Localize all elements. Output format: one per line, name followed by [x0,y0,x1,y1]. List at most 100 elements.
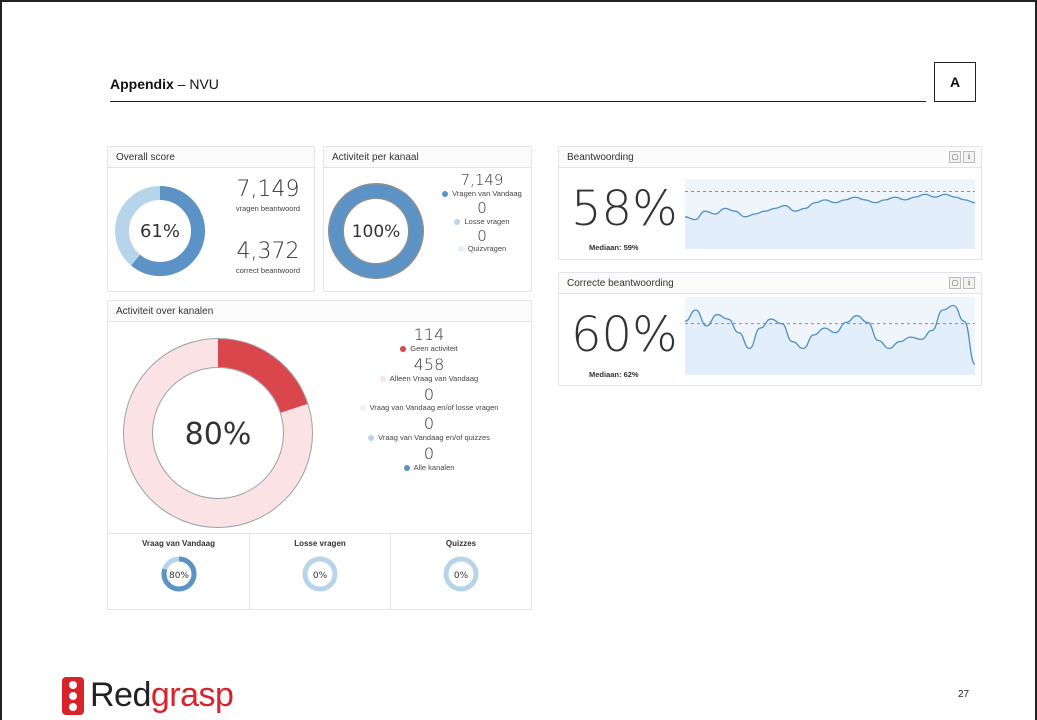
overall-score-percent: 61% [140,221,180,242]
calendar-icon[interactable]: ▢ [949,277,961,289]
channel-legend: 7,149 Vragen van Vandaag 0 Losse vragen 0 Qui… [432,171,532,256]
legend-dot [454,218,461,225]
legend-label: Alleen Vraag van Vandaag [334,374,524,383]
legend-label: Quizvragen [432,244,532,253]
aoc-legend: 114 Geen activiteit 458 Alleen Vraag van Va… [334,325,524,476]
sub-donut-percent: 0% [454,571,469,581]
slide-header: Appendix – NVU [110,72,926,102]
legend-label-text: Losse vragen [464,216,510,226]
sub-channel-cell: Losse vragen 0% [250,534,391,610]
correcte-beantwoording-panel: Correcte beantwoording ▢ i 60% Mediaan: … [558,272,982,386]
legend-value: 0 [477,226,487,245]
correct-label: correct beantwoord [235,266,301,275]
legend-dot [457,246,464,253]
legend-item: 7,149 Vragen van Vandaag [432,171,532,198]
activity-per-channel-title: Activiteit per kanaal [324,147,531,168]
aoc-percent: 80% [185,417,252,452]
legend-label: Losse vragen [432,217,532,226]
info-icon[interactable]: i [963,151,975,163]
title-rest: – NVU [173,76,219,92]
answered-label: vragen beantwoord [235,204,301,213]
appendix-badge: A [934,62,976,102]
calendar-icon[interactable]: ▢ [949,151,961,163]
beantwoording-tools: ▢ i [949,151,975,163]
aoc-sub-row: Vraag van Vandaag 80% Losse vragen 0% Quizze… [108,533,531,610]
legend-item: 0 Vraag van Vandaag en/of quizzes [334,416,524,442]
logo-text: Redgrasp [90,676,234,715]
sub-channel-label: Quizzes [445,539,477,548]
activity-over-channels-title: Activiteit over kanalen [108,301,531,322]
legend-dot [379,375,386,382]
beantwoording-title-text: Beantwoording [567,152,634,163]
correcte-beantwoording-title-text: Correcte beantwoording [567,278,674,289]
legend-value: 0 [423,384,435,404]
sub-channel-donut: 0% [443,556,479,592]
legend-value: 0 [423,414,435,434]
correct-value: 4,372 [236,239,300,264]
sub-channel-donut: 0% [302,556,338,592]
logo-part-red: Red [90,676,151,714]
activity-over-channels-chart: 80% [123,338,313,528]
legend-item: 0 Alle kanalen [334,444,524,472]
correcte-beantwoording-sparkline [685,297,975,375]
legend-value: 7,149 [460,171,504,189]
slide-title: Appendix – NVU [110,76,219,92]
legend-item: 458 Alleen Vraag van Vandaag [334,354,524,383]
legend-item: 0 Quizvragen [432,226,532,253]
legend-value: 458 [413,354,445,374]
channel-percent: 100% [352,222,401,242]
legend-label: Alle kanalen [334,463,524,472]
legend-item: 114 Geen activiteit [334,325,524,353]
sub-donut-percent: 80% [168,571,188,581]
activity-per-channel-chart: 100% [328,183,424,279]
legend-label-text: Geen activiteit [410,343,458,353]
beantwoording-percent: 58% [571,181,678,237]
legend-dot [403,465,410,471]
legend-value: 114 [413,325,445,344]
legend-label-text: Vragen van Vandaag [452,188,522,198]
sub-channel-donut: 80% [161,556,196,592]
correcte-beantwoording-tools: ▢ i [949,277,975,289]
legend-label-text: Alleen Vraag van Vandaag [389,373,479,383]
activity-over-channels-panel: Activiteit over kanalen 80% 114 Geen acti… [107,300,532,610]
redgrasp-logo: Redgrasp [62,676,234,715]
correcte-beantwoording-title: Correcte beantwoording ▢ i [559,273,981,294]
beantwoording-title: Beantwoording ▢ i [559,147,981,168]
title-bold: Appendix [110,76,174,92]
correcte-beantwoording-median: Mediaan: 62% [589,370,639,379]
sub-channel-cell: Quizzes 0% [391,534,531,610]
sub-channel-label: Losse vragen [294,539,346,548]
page-number: 27 [958,689,970,700]
legend-label: Geen activiteit [334,344,524,353]
beantwoording-panel: Beantwoording ▢ i 58% Mediaan: 59% [558,146,982,260]
overall-score-title: Overall score [108,147,314,168]
legend-dot [359,405,366,412]
legend-label: Vraag van Vandaag en/of losse vragen [334,403,524,412]
info-icon[interactable]: i [963,277,975,289]
legend-label-text: Vraag van Vandaag en/of losse vragen [369,403,499,413]
legend-label-text: Vraag van Vandaag en/of quizzes [378,433,490,443]
legend-label-text: Alle kanalen [413,462,455,472]
sub-channel-label: Vraag van Vandaag [142,539,215,548]
legend-dot [442,190,449,197]
sub-donut-percent: 0% [313,571,328,581]
legend-label: Vraag van Vandaag en/of quizzes [334,433,524,442]
correct-block: 4,372 correct beantwoord [220,239,316,275]
beantwoording-sparkline [685,179,975,249]
beantwoording-median: Mediaan: 59% [589,243,639,252]
legend-item: 0 Losse vragen [432,198,532,226]
sub-channel-cell: Vraag van Vandaag 80% [108,534,250,610]
answered-value: 7,149 [236,177,300,202]
legend-label-text: Quizvragen [467,244,507,254]
legend-item: 0 Vraag van Vandaag en/of losse vragen [334,384,524,412]
legend-label: Vragen van Vandaag [432,189,532,198]
logo-mark [62,676,84,715]
answered-block: 7,149 vragen beantwoord [220,177,316,213]
activity-per-channel-panel: Activiteit per kanaal 100% 7,149 Vragen v… [323,146,532,292]
legend-dot [368,435,375,442]
legend-dot [400,345,407,352]
legend-value: 0 [477,198,487,217]
legend-value: 0 [423,444,435,464]
correcte-beantwoording-percent: 60% [571,307,678,363]
overall-score-panel: Overall score 61% 7,149 vragen beantwoor… [107,146,315,292]
